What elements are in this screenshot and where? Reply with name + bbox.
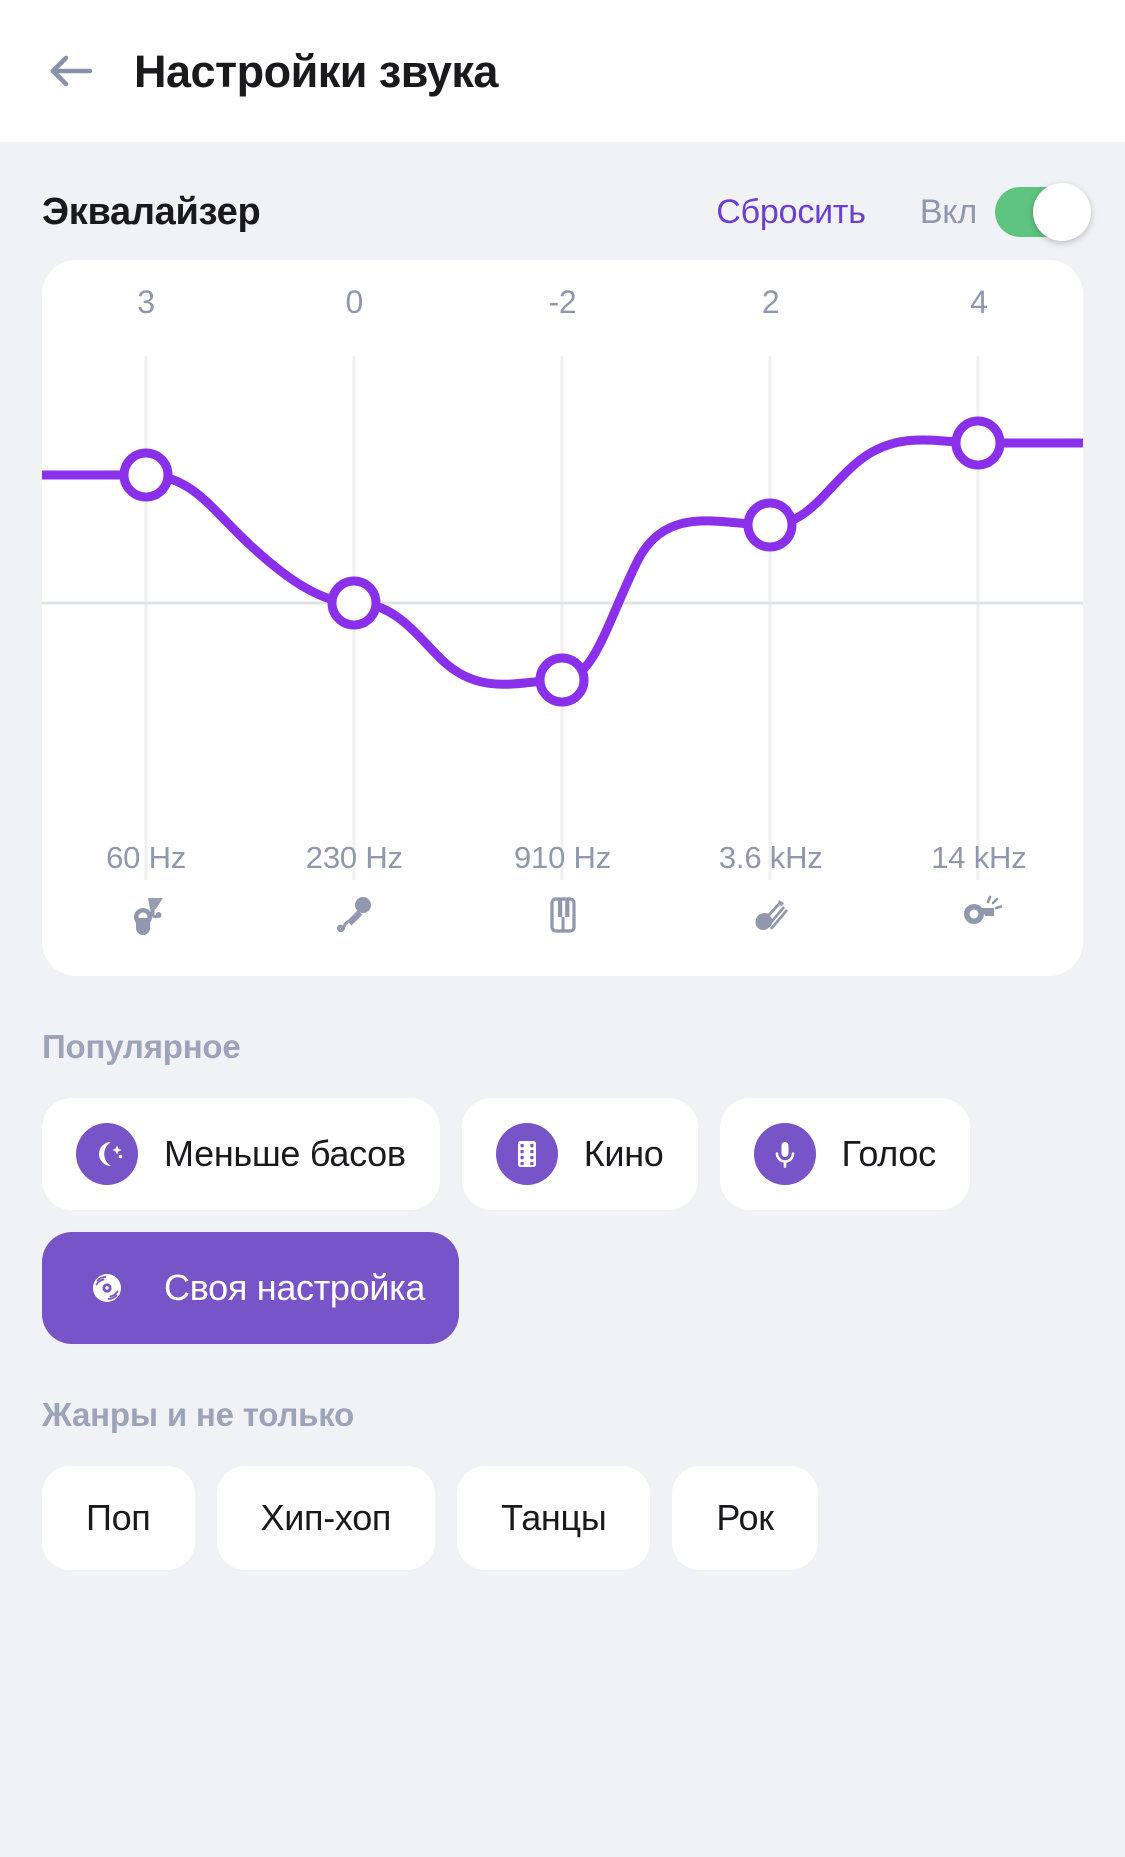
equalizer-card: 3 0 -2 2 4 [42, 260, 1083, 976]
microphone-icon [331, 892, 377, 938]
eq-handle-band-5[interactable] [956, 421, 1000, 465]
eq-band-label: 60 Hz [106, 840, 186, 876]
moon-stars-icon [76, 1123, 138, 1185]
genre-chip-hiphop[interactable]: Хип-хоп [217, 1466, 436, 1570]
eq-handle-band-3[interactable] [540, 658, 584, 702]
eq-handle-band-1[interactable] [124, 453, 168, 497]
genre-chip-label: Рок [716, 1497, 773, 1539]
equalizer-header-row: Эквалайзер Сбросить Вкл [42, 142, 1083, 260]
equalizer-toggle-group[interactable]: Вкл [920, 187, 1083, 237]
popular-section-label: Популярное [42, 1028, 1083, 1066]
eq-handle-band-2[interactable] [332, 581, 376, 625]
film-strip-icon [496, 1123, 558, 1185]
popular-presets-row-1: Меньше басов Кино [42, 1098, 1083, 1210]
preset-chip-label: Голос [842, 1133, 936, 1175]
popular-presets-row-2: Своя настройка [42, 1232, 1083, 1344]
eq-handle-band-4[interactable] [748, 503, 792, 547]
microphone-icon [754, 1123, 816, 1185]
piano-icon [540, 892, 586, 938]
genre-chip-rock[interactable]: Рок [672, 1466, 817, 1570]
genres-section-label: Жанры и не только [42, 1396, 1083, 1434]
back-button[interactable] [44, 45, 96, 97]
toggle-state-label: Вкл [920, 193, 977, 232]
genre-chip-label: Поп [86, 1497, 151, 1539]
eq-band-230hz[interactable]: 230 Hz [250, 840, 458, 938]
vinyl-record-icon [76, 1257, 138, 1319]
eq-band-label: 910 Hz [514, 840, 611, 876]
preset-chip-custom[interactable]: Своя настройка [42, 1232, 459, 1344]
eq-band-60hz[interactable]: 60 Hz [42, 840, 250, 938]
equalizer-toggle[interactable] [995, 187, 1083, 237]
preset-chip-cinema[interactable]: Кино [462, 1098, 698, 1210]
eq-band-label: 230 Hz [306, 840, 403, 876]
eq-frequency-axis: 60 Hz 230 Hz [42, 840, 1083, 938]
genre-chip-dance[interactable]: Танцы [457, 1466, 650, 1570]
eq-band-label: 3.6 kHz [719, 840, 823, 876]
page-title: Настройки звука [134, 49, 498, 94]
eq-band-3-6khz[interactable]: 3.6 kHz [667, 840, 875, 938]
preset-chip-label: Кино [584, 1133, 664, 1175]
arrow-left-icon [44, 45, 96, 97]
eq-band-label: 14 kHz [931, 840, 1026, 876]
app-header: Настройки звука [0, 0, 1125, 142]
genre-chip-label: Танцы [501, 1497, 606, 1539]
tuba-icon [123, 892, 169, 938]
genres-row: Поп Хип-хоп Танцы Рок [42, 1466, 1083, 1570]
whistle-icon [956, 892, 1002, 938]
equalizer-title: Эквалайзер [42, 191, 716, 234]
preset-chip-label: Своя настройка [164, 1267, 425, 1309]
preset-chip-label: Меньше басов [164, 1133, 406, 1175]
toggle-knob [1033, 183, 1091, 241]
preset-chip-voice[interactable]: Голос [720, 1098, 970, 1210]
reset-button[interactable]: Сбросить [716, 193, 866, 232]
eq-band-14khz[interactable]: 14 kHz [875, 840, 1083, 938]
main-content: Эквалайзер Сбросить Вкл 3 0 -2 2 4 [0, 142, 1125, 1570]
eq-band-910hz[interactable]: 910 Hz [458, 840, 666, 938]
genre-chip-label: Хип-хоп [261, 1497, 392, 1539]
violin-icon [748, 892, 794, 938]
genre-chip-pop[interactable]: Поп [42, 1466, 195, 1570]
preset-chip-less-bass[interactable]: Меньше басов [42, 1098, 440, 1210]
eq-gridlines [146, 356, 978, 880]
